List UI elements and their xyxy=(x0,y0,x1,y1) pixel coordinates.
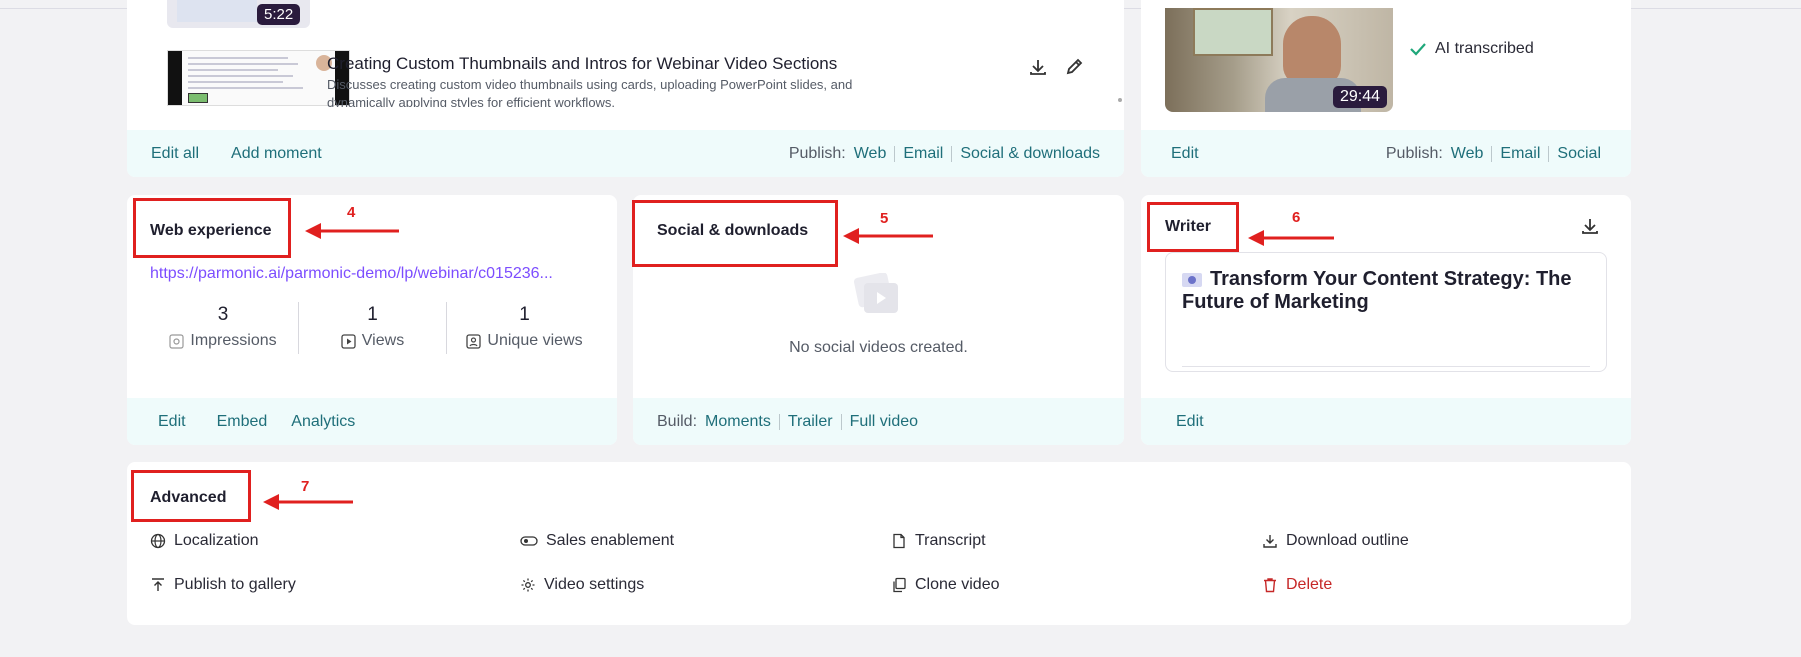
clone-video-action[interactable]: Clone video xyxy=(891,576,1000,594)
sales-enablement-action[interactable]: Sales enablement xyxy=(520,532,674,550)
video-thumbnail[interactable]: 29:44 xyxy=(1165,8,1393,112)
map-image xyxy=(1193,8,1273,56)
build-full-video-link[interactable]: Full video xyxy=(850,413,918,431)
publish-social-link[interactable]: Social & downloads xyxy=(960,145,1100,163)
play-box-icon xyxy=(341,333,356,349)
add-moment-link[interactable]: Add moment xyxy=(231,145,322,163)
document-title: Transform Your Content Strategy: The Fut… xyxy=(1182,268,1572,313)
edit-pencil-icon[interactable] xyxy=(1064,57,1084,82)
unique-views-stat: 1 Unique views xyxy=(457,304,592,350)
build-trailer-link[interactable]: Trailer xyxy=(788,413,833,431)
annotation-box-7 xyxy=(131,470,251,522)
moment-description: Discusses creating custom video thumbnai… xyxy=(327,77,853,107)
annotation-number-6: 6 xyxy=(1292,209,1301,226)
scrollbar[interactable] xyxy=(1118,98,1122,102)
gear-icon xyxy=(521,578,535,592)
embed-link[interactable]: Embed xyxy=(217,413,268,431)
trash-icon xyxy=(1264,578,1276,593)
annotation-number-4: 4 xyxy=(347,204,356,221)
build-label: Build: xyxy=(657,412,698,430)
download-icon xyxy=(1263,535,1277,548)
upload-icon xyxy=(152,578,164,591)
document-icon xyxy=(893,533,905,549)
full-video-card: 29:44 AI transcribed Edit Publish: Web E… xyxy=(1141,0,1631,177)
check-icon xyxy=(1410,43,1426,56)
duration-badge: 5:22 xyxy=(257,4,301,25)
annotation-number-5: 5 xyxy=(880,210,889,227)
annotation-arrow-5 xyxy=(843,228,933,244)
publish-email-link[interactable]: Email xyxy=(1500,145,1540,163)
publish-email-link[interactable]: Email xyxy=(903,145,943,163)
publish-gallery-action[interactable]: Publish to gallery xyxy=(150,576,296,594)
ai-transcribed-status: AI transcribed xyxy=(1409,40,1534,58)
edit-link[interactable]: Edit xyxy=(1171,145,1199,163)
moment-thumbnail[interactable] xyxy=(167,50,350,106)
download-icon[interactable] xyxy=(1028,57,1048,82)
full-video-footer: Edit Publish: Web Email Social xyxy=(1141,130,1631,177)
thumbnail-image xyxy=(177,0,257,22)
annotation-box-5 xyxy=(632,200,838,267)
writer-document-preview[interactable]: Transform Your Content Strategy: The Fut… xyxy=(1165,252,1607,372)
empty-video-icon xyxy=(852,272,904,324)
eye-icon xyxy=(169,333,184,349)
user-box-icon xyxy=(466,333,482,349)
writer-footer: Edit xyxy=(1141,398,1631,445)
presenter-image xyxy=(1283,16,1341,86)
social-footer: Build: Moments Trailer Full video xyxy=(633,398,1124,445)
transcript-action[interactable]: Transcript xyxy=(891,532,986,550)
stat-divider xyxy=(298,302,299,354)
edit-link[interactable]: Edit xyxy=(1176,413,1204,431)
build-moments-link[interactable]: Moments xyxy=(705,413,771,431)
annotation-arrow-6 xyxy=(1248,230,1334,246)
publish-web-link[interactable]: Web xyxy=(1451,145,1484,163)
publish-web-link[interactable]: Web xyxy=(854,145,887,163)
empty-state-text: No social videos created. xyxy=(789,339,968,356)
moment-title[interactable]: Creating Custom Thumbnails and Intros fo… xyxy=(327,54,837,74)
annotation-box-6 xyxy=(1147,202,1239,252)
toggle-icon xyxy=(520,536,538,546)
copy-icon xyxy=(893,577,906,593)
thumbnail-image xyxy=(168,51,182,105)
download-icon[interactable] xyxy=(1580,216,1600,241)
globe-icon xyxy=(150,533,166,549)
publish-label: Publish: xyxy=(1385,144,1443,162)
annotation-box-4 xyxy=(133,198,291,258)
moments-card: 5:22 Creating Custom Thumbnails and Intr… xyxy=(127,0,1124,177)
localization-action[interactable]: Localization xyxy=(150,532,259,550)
impressions-stat: 3 Impressions xyxy=(158,304,288,350)
stat-divider xyxy=(446,302,447,354)
analytics-link[interactable]: Analytics xyxy=(291,413,355,431)
globe-emoji-icon xyxy=(1182,272,1202,287)
annotation-arrow-7 xyxy=(263,494,353,510)
duration-badge: 29:44 xyxy=(1332,86,1387,108)
web-footer: Edit Embed Analytics xyxy=(127,398,617,445)
video-settings-action[interactable]: Video settings xyxy=(520,576,644,594)
landing-page-url[interactable]: https://parmonic.ai/parmonic-demo/lp/web… xyxy=(150,265,553,283)
edit-link[interactable]: Edit xyxy=(158,413,186,431)
edit-all-link[interactable]: Edit all xyxy=(151,145,199,163)
delete-action[interactable]: Delete xyxy=(1262,576,1332,594)
divider xyxy=(1182,366,1590,367)
moments-footer: Edit all Add moment Publish: Web Email S… xyxy=(127,130,1124,177)
annotation-arrow-4 xyxy=(305,223,399,239)
download-outline-action[interactable]: Download outline xyxy=(1262,532,1409,550)
views-stat: 1 Views xyxy=(320,304,425,350)
publish-label: Publish: xyxy=(788,144,846,162)
publish-social-link[interactable]: Social xyxy=(1557,145,1601,163)
